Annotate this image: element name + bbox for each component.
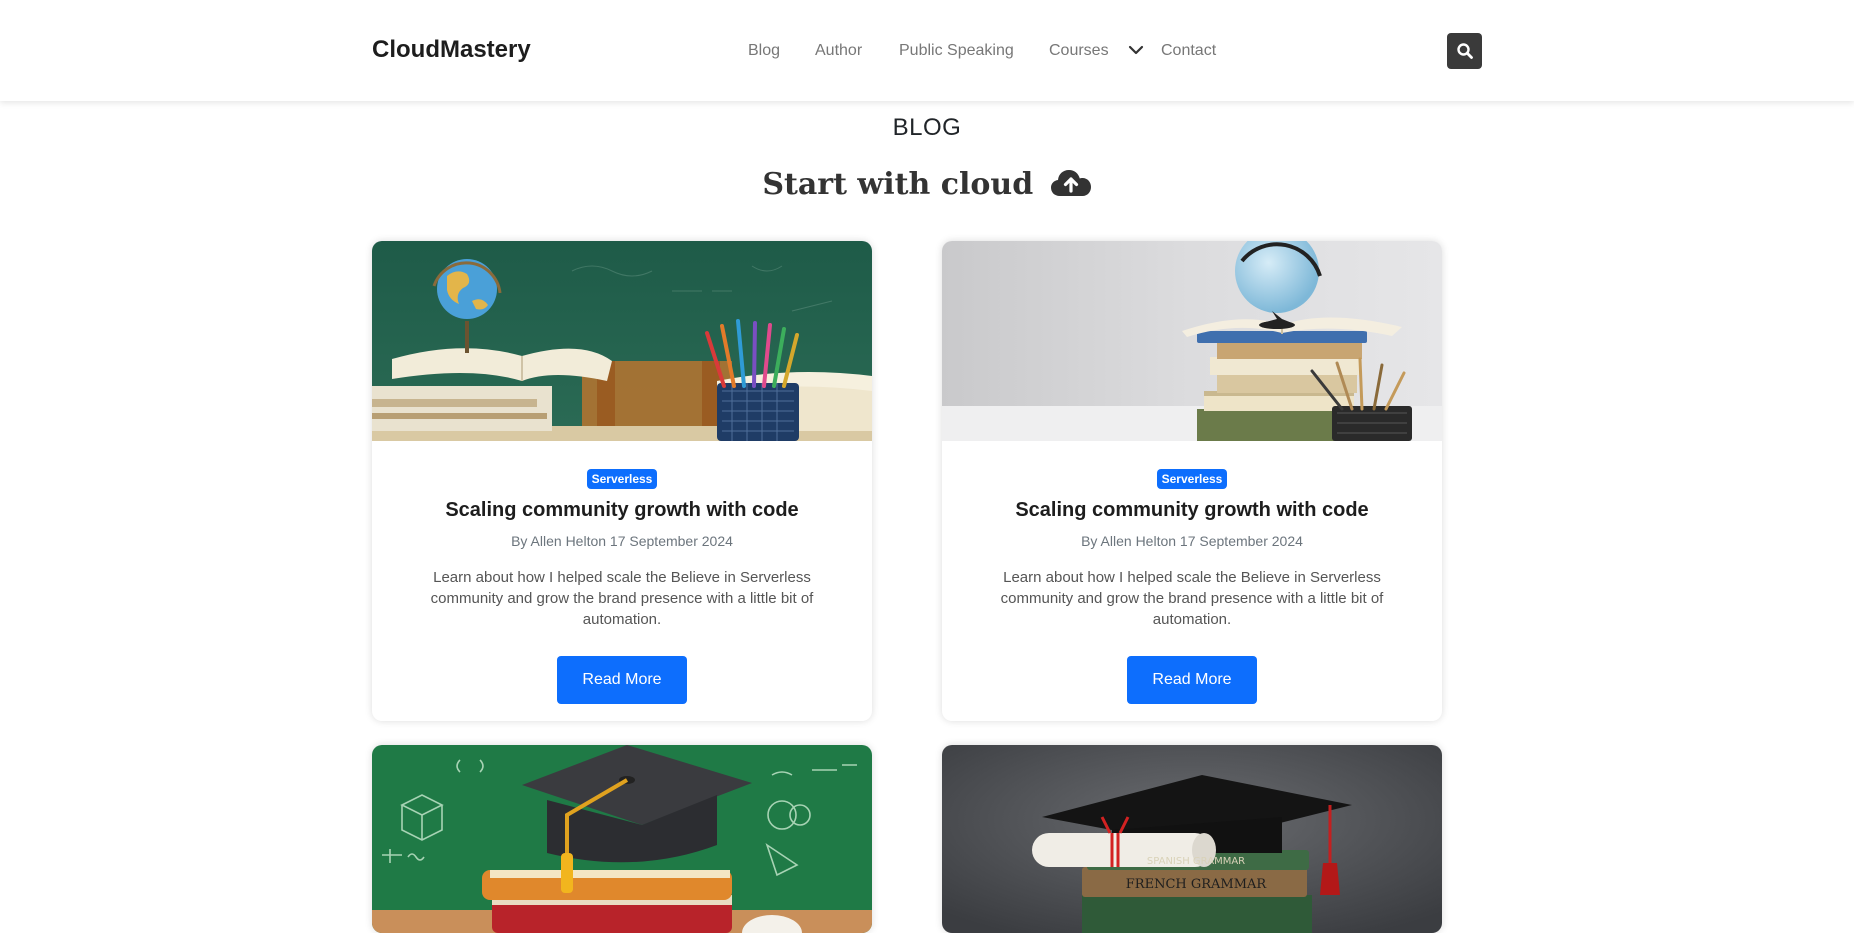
chevron-down-icon[interactable]	[1126, 42, 1146, 58]
books-pencils-chalkboard-image	[372, 241, 872, 441]
book-spine-spanish: SPANISH GRAMMAR	[1147, 856, 1245, 867]
blog-card: Serverless Scaling community growth with…	[942, 241, 1442, 721]
card-image	[372, 241, 872, 441]
brand-logo[interactable]: CloudMastery	[372, 36, 531, 64]
search-icon	[1456, 43, 1473, 59]
card-byline: By Allen Helton 17 September 2024	[511, 533, 733, 549]
blog-card: Serverless Scaling community growth with…	[372, 241, 872, 721]
section-label: BLOG	[892, 114, 962, 141]
blog-card: FRENCH GRAMMAR SPANISH GRAMMAR	[942, 745, 1442, 933]
card-excerpt: Learn about how I helped scale the Belie…	[430, 569, 814, 628]
card-body: Serverless Scaling community growth with…	[942, 441, 1442, 704]
read-more-button[interactable]: Read More	[1127, 656, 1257, 704]
nav-courses[interactable]: Courses	[1049, 42, 1109, 60]
card-image: FRENCH GRAMMAR SPANISH GRAMMAR	[942, 745, 1442, 933]
card-image	[942, 241, 1442, 441]
nav-blog[interactable]: Blog	[748, 42, 780, 60]
nav-public-speaking[interactable]: Public Speaking	[899, 42, 1014, 60]
blog-card	[372, 745, 872, 933]
page-title: Start with cloud	[0, 167, 1854, 202]
category-badge[interactable]: Serverless	[586, 469, 658, 489]
top-navbar: CloudMastery Blog Author Public Speaking…	[0, 0, 1854, 101]
cloud-upload-icon	[1050, 170, 1091, 196]
page-title-text: Start with cloud	[762, 167, 1034, 202]
category-badge[interactable]: Serverless	[1156, 469, 1228, 489]
card-excerpt: Learn about how I helped scale the Belie…	[1000, 569, 1384, 628]
card-byline: By Allen Helton 17 September 2024	[1081, 533, 1303, 549]
nav-author[interactable]: Author	[815, 42, 862, 60]
graduation-cap-chalkboard-image	[372, 745, 872, 933]
nav-contact[interactable]: Contact	[1161, 42, 1216, 60]
graduation-cap-grammar-books-image: FRENCH GRAMMAR SPANISH GRAMMAR	[942, 745, 1442, 933]
book-spine-french: FRENCH GRAMMAR	[1126, 877, 1268, 892]
card-title[interactable]: Scaling community growth with code	[372, 499, 872, 522]
card-image	[372, 745, 872, 933]
read-more-button[interactable]: Read More	[557, 656, 687, 704]
card-body: Serverless Scaling community growth with…	[372, 441, 872, 704]
search-button[interactable]	[1447, 33, 1482, 69]
books-globe-image	[942, 241, 1442, 441]
card-title[interactable]: Scaling community growth with code	[942, 499, 1442, 522]
